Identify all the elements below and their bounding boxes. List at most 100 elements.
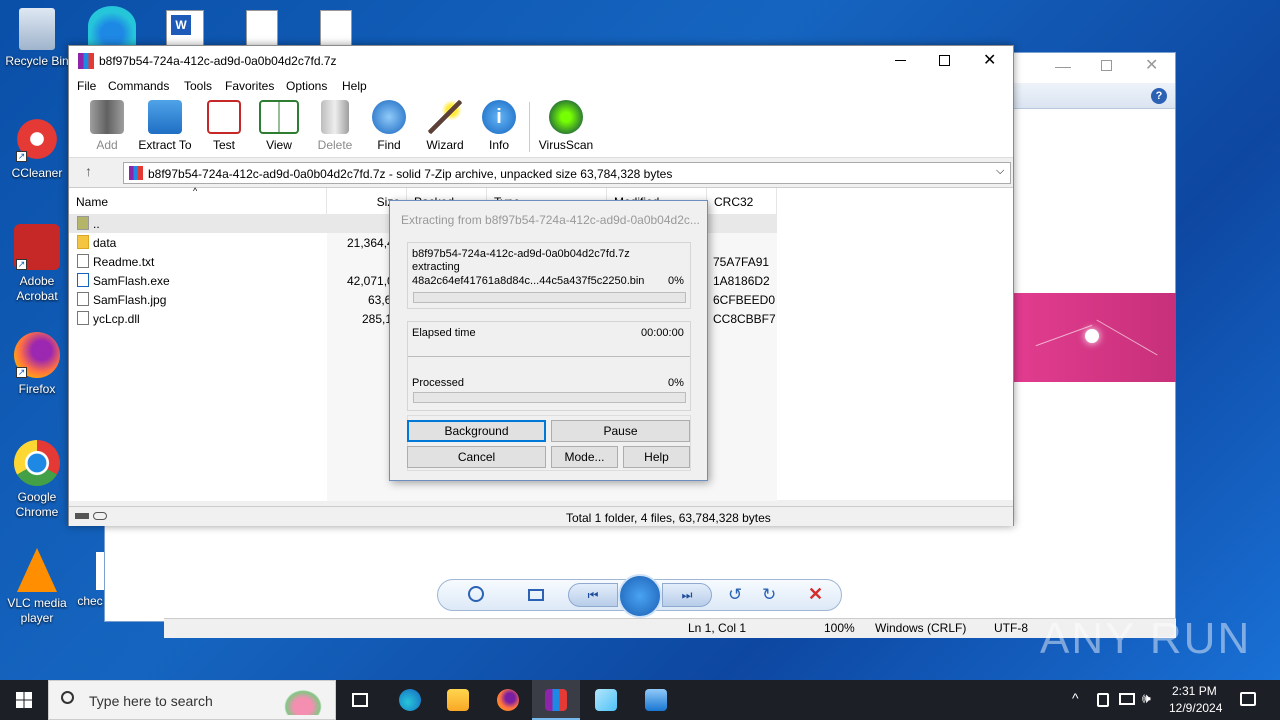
file-percent: 0% xyxy=(668,275,684,287)
menu-favorites[interactable]: Favorites xyxy=(225,79,274,93)
rotate-left-icon[interactable]: ↺ xyxy=(728,585,742,605)
image-file-icon[interactable] xyxy=(246,10,278,46)
taskbar-notepad[interactable] xyxy=(582,680,630,720)
view-button[interactable]: View xyxy=(251,100,307,152)
pause-button[interactable]: Pause xyxy=(551,420,690,442)
background-button[interactable]: Background xyxy=(407,420,546,442)
up-arrow-icon[interactable]: ↑ xyxy=(85,163,92,179)
test-button[interactable]: Test xyxy=(196,100,252,152)
edge-desktop-icon[interactable] xyxy=(88,6,136,46)
processed-progress-bar xyxy=(413,392,686,403)
wizard-wand-icon xyxy=(428,100,462,134)
info-icon: i xyxy=(482,100,516,134)
taskbar-file-explorer[interactable] xyxy=(434,680,482,720)
chevron-up-icon[interactable]: ^ xyxy=(1072,690,1079,706)
delete-button[interactable]: Delete xyxy=(307,100,363,152)
minimize-button[interactable] xyxy=(895,60,906,61)
folder-up-icon xyxy=(77,216,89,230)
desktop-icon-label: Adobe Acrobat xyxy=(16,274,58,303)
image-file-icon xyxy=(77,292,89,306)
find-button[interactable]: Find xyxy=(361,100,417,152)
image-file-icon[interactable] xyxy=(320,10,352,46)
anyrun-watermark: ANY RUN xyxy=(1040,614,1252,663)
encoding: UTF-8 xyxy=(994,621,1028,635)
extract-progress-dialog[interactable]: Extracting from b8f97b54-724a-412c-ad9d-… xyxy=(389,200,708,481)
add-button[interactable]: Add xyxy=(79,100,135,152)
search-icon xyxy=(61,691,74,704)
close-button[interactable]: ✕ xyxy=(983,50,996,70)
elapsed-value: 00:00:00 xyxy=(641,327,684,339)
clock-date[interactable]: 12/9/2024 xyxy=(1169,701,1222,715)
task-view-icon xyxy=(352,693,368,707)
view-book-icon xyxy=(259,100,299,134)
maximize-button[interactable] xyxy=(939,55,950,66)
help-button[interactable]: Help xyxy=(623,446,690,468)
acrobat-icon: ↗ xyxy=(14,224,60,270)
dll-file-icon xyxy=(77,311,89,325)
winrar-icon xyxy=(545,689,567,711)
key-icon xyxy=(93,512,107,520)
clock-time[interactable]: 2:31 PM xyxy=(1172,684,1217,698)
menu-commands[interactable]: Commands xyxy=(108,79,169,93)
notepad-statusbar: Ln 1, Col 1 100% Windows (CRLF) UTF-8 xyxy=(164,618,1176,638)
ccleaner-icon: ↗ xyxy=(14,116,60,162)
taskbar-winrar[interactable] xyxy=(532,680,580,720)
start-button[interactable] xyxy=(0,680,48,720)
taskbar-edge[interactable] xyxy=(386,680,434,720)
zoom-icon[interactable] xyxy=(468,586,484,602)
network-icon[interactable] xyxy=(1119,693,1135,705)
toolbar: Add Extract To Test View Delete Find Wiz… xyxy=(69,98,1013,158)
trash-icon xyxy=(321,100,349,134)
folder-icon xyxy=(447,689,469,711)
virusscan-button[interactable]: VirusScan xyxy=(535,100,597,152)
column-name[interactable]: Name ^ xyxy=(69,186,327,214)
notification-icon[interactable] xyxy=(1240,692,1256,706)
mode-button[interactable]: Mode... xyxy=(551,446,618,468)
total-progress-group: Elapsed time 00:00:00 Processed 0% xyxy=(407,321,691,411)
desktop-icon-firefox[interactable]: ↗ Firefox xyxy=(0,332,74,397)
desktop-icon-recycle-bin[interactable]: Recycle Bin xyxy=(0,8,74,69)
viewer-maximize-button[interactable] xyxy=(1101,60,1112,71)
virusscan-bug-icon xyxy=(549,100,583,134)
statusbar: Total 1 folder, 4 files, 63,784,328 byte… xyxy=(69,506,1013,526)
menu-options[interactable]: Options xyxy=(286,79,327,93)
delete-icon[interactable]: ✕ xyxy=(808,584,823,605)
drive-icon xyxy=(75,513,89,519)
security-icon[interactable] xyxy=(1097,693,1109,707)
menu-file[interactable]: File xyxy=(77,79,96,93)
help-icon[interactable]: ? xyxy=(1151,88,1167,104)
viewer-close-button[interactable]: ✕ xyxy=(1145,55,1158,75)
path-field[interactable]: b8f97b54-724a-412c-ad9d-0a0b04d2c7fd.7z … xyxy=(123,162,1011,184)
taskbar-search[interactable]: Type here to search xyxy=(48,680,336,720)
exe-file-icon xyxy=(77,273,89,287)
desktop-icon-adobe-acrobat[interactable]: ↗ Adobe Acrobat xyxy=(0,224,74,304)
taskbar-photos[interactable] xyxy=(632,680,680,720)
chevron-down-icon[interactable]: ⌵ xyxy=(996,165,1004,178)
file-progress-group: b8f97b54-724a-412c-ad9d-0a0b04d2c7fd.7z … xyxy=(407,242,691,309)
winrar-app-icon xyxy=(78,53,94,69)
magnifier-icon xyxy=(372,100,406,134)
extract-to-button[interactable]: Extract To xyxy=(137,100,193,152)
desktop-icon-label: Firefox xyxy=(18,382,56,396)
cancel-button[interactable]: Cancel xyxy=(407,446,546,468)
rotate-right-icon[interactable]: ↻ xyxy=(762,585,776,605)
viewer-minimize-button[interactable] xyxy=(1055,59,1071,68)
desktop-icon-vlc[interactable]: VLC media player xyxy=(0,548,74,626)
info-button[interactable]: i Info xyxy=(471,100,527,152)
word-document-icon[interactable]: W xyxy=(166,10,204,46)
taskbar-firefox[interactable] xyxy=(484,680,532,720)
volume-icon[interactable]: 🕪 xyxy=(1142,690,1151,707)
extract-folder-icon xyxy=(148,100,182,134)
wizard-button[interactable]: Wizard xyxy=(417,100,473,152)
recycle-bin-icon xyxy=(19,8,55,50)
fit-icon[interactable] xyxy=(528,589,544,601)
column-crc32[interactable]: CRC32 xyxy=(707,188,777,214)
slideshow-button[interactable] xyxy=(618,574,662,618)
desktop-icon-chrome[interactable]: Google Chrome xyxy=(0,440,74,520)
menu-help[interactable]: Help xyxy=(342,79,367,93)
task-view-button[interactable] xyxy=(336,680,384,720)
next-button[interactable]: ⏭ xyxy=(662,583,712,607)
desktop-icon-ccleaner[interactable]: ↗ CCleaner xyxy=(0,116,74,181)
menu-tools[interactable]: Tools xyxy=(184,79,212,93)
previous-button[interactable]: ⏮ xyxy=(568,583,618,607)
